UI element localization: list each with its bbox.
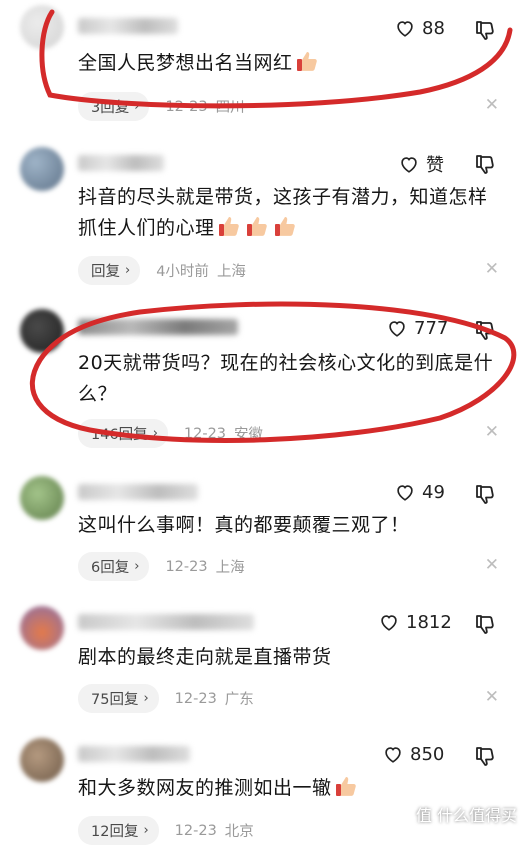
avatar[interactable] [20,476,64,520]
comment-meta: 75回复 › 12-23 广东 [78,684,254,713]
comment-text: 20天就带货吗？现在的社会核心文化的到底是什么？ [78,352,494,405]
heart-outline-icon [389,321,405,337]
like-count: 850 [410,743,445,765]
comment-meta: 6回复 › 12-23 上海 [78,552,245,581]
location: 安徽 [234,427,264,443]
username-blurred[interactable] [78,155,164,171]
like-button[interactable]: 赞 [398,151,444,177]
comment-meta: 146回复 › 12-23 安徽 [78,419,263,448]
timestamp: 12-23 [174,690,217,707]
timestamp: 12-23 [165,558,208,575]
comment-item: 49 这叫什么事啊！真的都要颠覆三观了！ 6回复 › 12-23 上海 ✕ [0,460,525,590]
location: 北京 [224,824,254,840]
like-count: 777 [414,317,449,339]
username-blurred[interactable] [78,18,178,34]
chevron-right-icon: › [125,263,131,278]
chevron-right-icon: › [143,691,149,706]
reply-button[interactable]: 146回复 › [78,419,168,448]
thumbs-up-emoji [218,217,239,236]
username-blurred[interactable] [78,484,198,500]
close-icon[interactable]: ✕ [485,687,499,707]
like-button[interactable]: 49 [394,481,445,503]
close-icon[interactable]: ✕ [485,259,499,279]
heart-outline-icon [401,157,417,173]
reply-button[interactable]: 6回复 › [78,552,150,581]
like-count: 49 [422,481,445,503]
comment-item: 赞 抖音的尽头就是带货，这孩子有潜力，知道怎样抓住人们的心理 回复 › 4小时前 … [0,125,525,295]
username-blurred[interactable] [78,319,238,335]
close-icon[interactable]: ✕ [485,95,499,115]
thumbs-up-emoji [246,217,267,236]
thumbs-up-emoji [274,217,295,236]
reply-button[interactable]: 3回复 › [78,92,150,121]
username-blurred[interactable] [78,746,190,762]
comment-text: 这叫什么事啊！真的都要颠覆三观了！ [78,514,410,536]
like-count: 88 [422,17,445,39]
chevron-right-icon: › [143,823,149,838]
watermark-text: 值 什么值得买 [415,806,517,825]
comment-meta: 3回复 › 12-23 四川 [78,92,245,121]
heart-outline-icon [381,615,397,631]
thumbs-down-icon[interactable] [473,318,497,342]
like-button[interactable]: 88 [394,17,445,39]
thumbs-up-emoji [296,52,317,71]
like-button[interactable]: 777 [386,317,448,339]
comment-item: 88 全国人民梦想出名当网红 3回复 › 12-23 四川 ✕ [0,0,525,125]
location: 四川 [215,100,245,116]
thumbs-down-icon[interactable] [473,18,497,42]
like-count: 1812 [406,611,452,633]
comment-text: 剧本的最终走向就是直播带货 [78,646,332,668]
comment-item: 777 20天就带货吗？现在的社会核心文化的到底是什么？ 146回复 › 12-2… [0,295,525,460]
username-blurred[interactable] [78,614,254,630]
avatar[interactable] [20,147,64,191]
comment-meta: 12回复 › 12-23 北京 [78,816,254,845]
timestamp: 12-23 [174,822,217,839]
chevron-right-icon: › [152,426,158,441]
timestamp: 12-23 [183,425,227,442]
like-button[interactable]: 1812 [378,611,452,633]
heart-outline-icon [385,747,401,763]
like-button[interactable]: 850 [382,743,444,765]
comment-meta: 回复 › 4小时前 上海 [78,256,246,285]
location: 广东 [224,692,254,708]
reply-button[interactable]: 75回复 › [78,684,159,713]
reply-button[interactable]: 12回复 › [78,816,159,845]
thumbs-down-icon[interactable] [473,482,497,506]
comment-item: 1812 剧本的最终走向就是直播带货 75回复 › 12-23 广东 ✕ [0,590,525,720]
like-count: 赞 [426,155,444,176]
avatar[interactable] [20,309,64,353]
thumbs-down-icon[interactable] [473,152,497,176]
thumbs-up-emoji [335,777,356,796]
reply-button[interactable]: 回复 › [78,256,141,285]
chevron-right-icon: › [134,99,140,114]
location: 上海 [215,560,245,576]
timestamp: 12-23 [165,98,208,115]
comment-text: 抖音的尽头就是带货，这孩子有潜力，知道怎样抓住人们的心理 [78,186,488,239]
avatar[interactable] [20,738,64,782]
thumbs-down-icon[interactable] [473,744,497,768]
heart-outline-icon [397,485,413,501]
chevron-right-icon: › [134,559,140,574]
location: 上海 [216,264,246,280]
watermark: 值 什么值得买 [416,802,517,826]
avatar[interactable] [20,5,64,49]
close-icon[interactable]: ✕ [485,422,499,442]
timestamp: 4小时前 [156,264,209,280]
thumbs-down-icon[interactable] [473,612,497,636]
avatar[interactable] [20,606,64,650]
comment-text: 全国人民梦想出名当网红 [78,48,495,79]
close-icon[interactable]: ✕ [485,555,499,575]
heart-outline-icon [397,21,413,37]
comment-text: 和大多数网友的推测如出一辙 [78,773,495,804]
